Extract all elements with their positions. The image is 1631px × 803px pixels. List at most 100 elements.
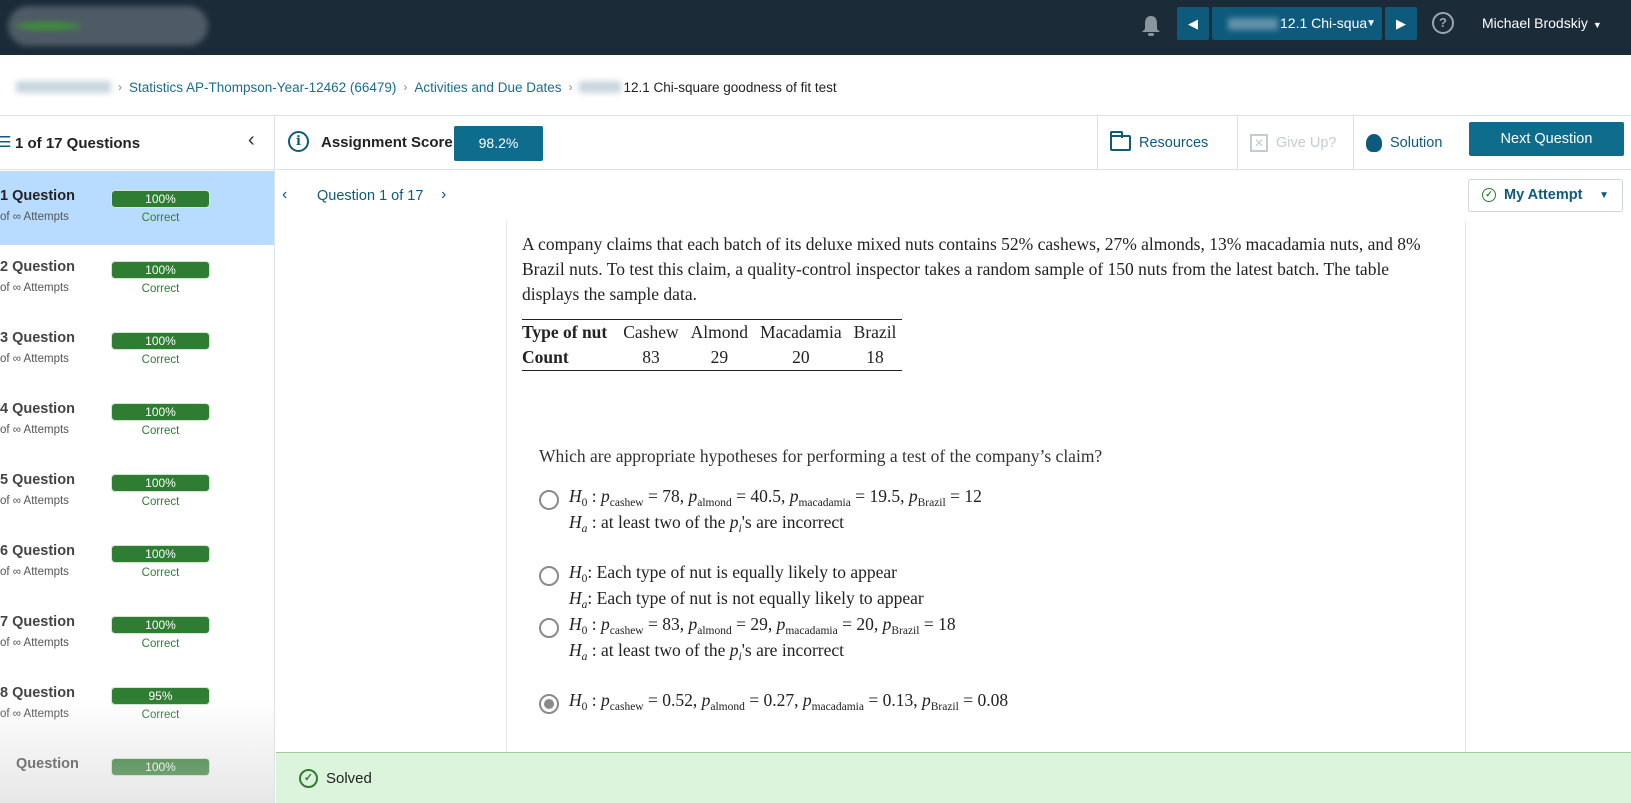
breadcrumb: › Statistics AP-Thompson-Year-12462 (664…: [16, 78, 837, 96]
breadcrumb-current: 12.1 Chi-square goodness of fit test: [623, 79, 837, 95]
radio-button[interactable]: [539, 490, 559, 510]
app-logo[interactable]: [8, 6, 208, 46]
question-name: 3 Question: [0, 330, 75, 346]
question-attempts: of ∞ Attempts: [0, 637, 69, 649]
my-attempt-dropdown[interactable]: ✓ My Attempt ▼: [1468, 179, 1623, 212]
status-label: Correct: [141, 283, 180, 295]
null-hypothesis: H0 : pcashew = 0.52, palmond = 0.27, pma…: [569, 690, 1009, 713]
user-name: Michael Brodskiy: [1482, 15, 1588, 31]
chevron-right-icon: ›: [118, 80, 122, 94]
sidebar-question-item[interactable]: Question 100%: [0, 739, 274, 803]
sidebar-question-item[interactable]: 3 Question of ∞ Attempts 100% Correct: [0, 313, 274, 387]
question-name: 1 Question: [0, 188, 75, 204]
table-row: Count 83 29 20 18: [522, 345, 902, 371]
next-assignment-button[interactable]: ▶: [1385, 7, 1417, 40]
chevron-right-icon: ›: [403, 80, 408, 94]
score-badge: 100%: [111, 545, 210, 563]
question-attempts: of ∞ Attempts: [0, 211, 69, 223]
question-name: 6 Question: [0, 543, 75, 559]
alternative-hypothesis: Ha: Each type of nut is not equally like…: [569, 588, 924, 611]
question-prompt: Which are appropriate hypotheses for per…: [539, 446, 1103, 466]
alternative-hypothesis: Ha : at least two of the pi's are incorr…: [569, 640, 845, 663]
top-bar: ◀ 12.1 Chi-squa ▼ ▶ ? Michael Brodskiy ▼: [0, 0, 1631, 55]
table-row-header: Type of nut: [522, 322, 608, 342]
sidebar-question-item[interactable]: 7 Question of ∞ Attempts 100% Correct: [0, 597, 274, 671]
question-name: 4 Question: [0, 401, 75, 417]
give-up-button[interactable]: ✕ Give Up?: [1237, 116, 1353, 170]
help-icon[interactable]: ?: [1432, 12, 1454, 34]
info-icon[interactable]: i: [288, 131, 309, 152]
check-circle-icon: ✓: [1482, 188, 1496, 203]
null-hypothesis: H0 : pcashew = 83, palmond = 29, pmacada…: [569, 614, 956, 637]
table-row: Type of nut Cashew Almond Macadamia Braz…: [522, 320, 902, 346]
radio-button[interactable]: [539, 566, 559, 586]
assignment-select[interactable]: 12.1 Chi-squa ▼: [1212, 7, 1382, 40]
question-attempts: of ∞ Attempts: [0, 495, 69, 507]
question-stem: A company claims that each batch of its …: [522, 234, 1421, 304]
status-label: Correct: [141, 709, 180, 721]
notification-bell-icon[interactable]: [1140, 14, 1162, 38]
table-cell: Brazil: [853, 322, 897, 342]
table-cell: 83: [642, 347, 660, 367]
triangle-right-icon: ▶: [1396, 16, 1406, 31]
status-label: Correct: [141, 638, 180, 650]
question-sidebar: ☰ 1 of 17 Questions ‹ 1 Question of ∞ Att…: [0, 116, 275, 803]
score-badge: 100%: [111, 403, 210, 421]
question-attempts: of ∞ Attempts: [0, 424, 69, 436]
solved-label: Solved: [326, 770, 372, 787]
table-cell: 20: [792, 347, 810, 367]
table-row-header: Count: [522, 347, 569, 367]
score-badge: 95%: [111, 687, 210, 705]
caret-down-icon: ▼: [1599, 190, 1609, 201]
question-count: 1 of 17 Questions: [15, 135, 141, 152]
sidebar-question-item[interactable]: 1 Question of ∞ Attempts 100% Correct: [0, 171, 274, 245]
table-cell: Almond: [690, 322, 749, 342]
score-badge: 100%: [111, 190, 210, 208]
status-label: Correct: [141, 567, 180, 579]
breadcrumb-home-blurred[interactable]: [16, 81, 111, 93]
table-cell: Cashew: [623, 322, 679, 342]
give-up-icon: ✕: [1250, 134, 1268, 152]
triangle-left-icon: ◀: [1188, 16, 1198, 31]
folder-icon: [1110, 131, 1131, 151]
sidebar-question-item[interactable]: 2 Question of ∞ Attempts 100% Correct: [0, 242, 274, 316]
sidebar-question-item[interactable]: 4 Question of ∞ Attempts 100% Correct: [0, 384, 274, 458]
radio-button[interactable]: [539, 618, 559, 638]
previous-question-chevron-icon[interactable]: ‹: [282, 186, 287, 204]
table-cell: Macadamia: [760, 322, 842, 342]
question-attempts: of ∞ Attempts: [0, 566, 69, 578]
caret-down-icon: ▼: [1366, 18, 1376, 29]
collapse-sidebar-icon[interactable]: ‹: [248, 129, 255, 152]
list-menu-icon[interactable]: ☰: [0, 133, 11, 151]
sidebar-question-item[interactable]: 5 Question of ∞ Attempts 100% Correct: [0, 455, 274, 529]
breadcrumb-blurred: [579, 81, 622, 93]
next-question-chevron-icon[interactable]: ›: [441, 186, 446, 204]
question-name: 2 Question: [0, 259, 75, 275]
radio-button-selected[interactable]: [539, 694, 559, 714]
breadcrumb-activities-link[interactable]: Activities and Due Dates: [414, 80, 561, 95]
score-badge: 100%: [111, 261, 210, 279]
previous-assignment-button[interactable]: ◀: [1177, 7, 1209, 40]
score-badge: 100%: [111, 758, 210, 776]
user-menu[interactable]: Michael Brodskiy ▼: [1482, 15, 1602, 31]
question-name: 8 Question: [0, 685, 75, 701]
breadcrumb-course-link[interactable]: Statistics AP-Thompson-Year-12462 (66479…: [129, 80, 396, 95]
next-question-button[interactable]: Next Question: [1469, 122, 1624, 156]
alternative-hypothesis: Ha : at least two of the pi's are incorr…: [569, 512, 845, 535]
question-panel: A company claims that each batch of its …: [506, 221, 1466, 803]
status-label: Correct: [141, 354, 180, 366]
assignment-toolbar: i Assignment Score: 98.2% Resources ✕ Gi…: [276, 116, 1631, 170]
table-cell: 29: [710, 347, 729, 367]
question-position: Question 1 of 17: [317, 188, 424, 204]
sidebar-question-item[interactable]: 8 Question of ∞ Attempts 95% Correct: [0, 668, 274, 742]
score-badge: 100%: [111, 474, 210, 492]
sidebar-question-item[interactable]: 6 Question of ∞ Attempts 100% Correct: [0, 526, 274, 600]
table-cell: 18: [866, 347, 884, 367]
check-circle-icon: ✓: [299, 769, 318, 788]
status-label: Correct: [141, 425, 180, 437]
resources-button[interactable]: Resources: [1097, 116, 1237, 170]
question-attempts: of ∞ Attempts: [0, 282, 69, 294]
assignment-score-label: Assignment Score:: [321, 134, 458, 151]
null-hypothesis: H0 : pcashew = 78, palmond = 40.5, pmaca…: [569, 486, 982, 509]
status-label: Correct: [141, 496, 180, 508]
